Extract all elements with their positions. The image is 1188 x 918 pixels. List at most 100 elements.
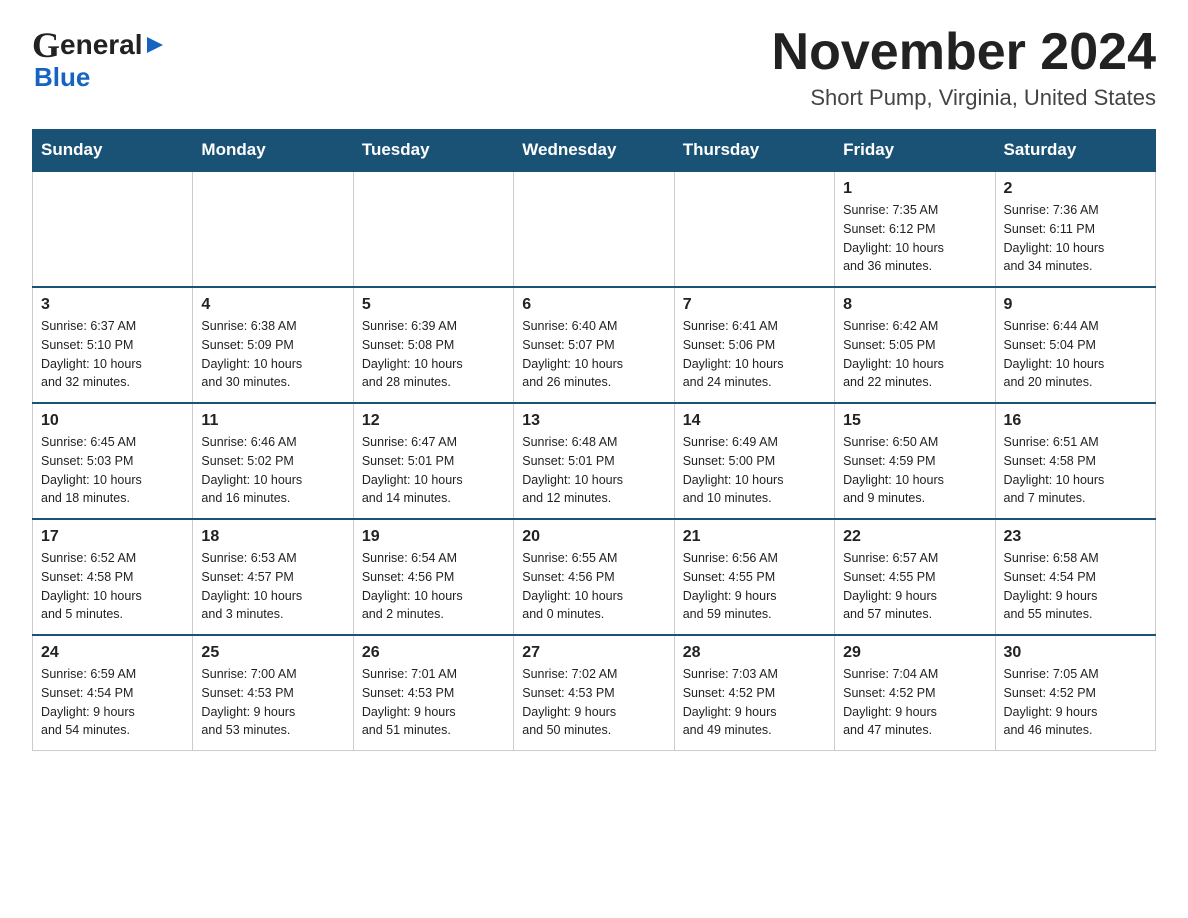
calendar-week-row: 17Sunrise: 6:52 AMSunset: 4:58 PMDayligh… (33, 519, 1156, 635)
day-number: 27 (522, 644, 665, 662)
calendar-day-cell: 4 Sunrise: 6:38 AMSunset: 5:09 PMDaylight… (193, 287, 353, 403)
day-info: Sunrise: 6:56 AMSunset: 4:55 PMDaylight:… (683, 549, 826, 624)
calendar-day-cell: 17Sunrise: 6:52 AMSunset: 4:58 PMDayligh… (33, 519, 193, 635)
day-number: 14 (683, 412, 826, 430)
month-title: November 2024 (772, 24, 1156, 81)
day-info: Sunrise: 6:59 AMSunset: 4:54 PMDaylight:… (41, 665, 184, 740)
logo-arrow-icon (143, 33, 167, 57)
day-number: 24 (41, 644, 184, 662)
day-info: Sunrise: 6:49 AMSunset: 5:00 PMDaylight:… (683, 433, 826, 508)
calendar-day-header: Monday (193, 130, 353, 172)
calendar-day-cell: 16 Sunrise: 6:51 AMSunset: 4:58 PMDayligh… (995, 403, 1155, 519)
calendar-day-header: Friday (835, 130, 995, 172)
day-info: Sunrise: 6:37 AMSunset: 5:10 PMDaylight:… (41, 317, 184, 392)
day-info: Sunrise: 7:03 AMSunset: 4:52 PMDaylight:… (683, 665, 826, 740)
calendar-day-cell: 10 Sunrise: 6:45 AMSunset: 5:03 PMDayligh… (33, 403, 193, 519)
day-info: Sunrise: 6:55 AMSunset: 4:56 PMDaylight:… (522, 549, 665, 624)
day-info: Sunrise: 7:04 AMSunset: 4:52 PMDaylight:… (843, 665, 986, 740)
calendar-day-cell: 9 Sunrise: 6:44 AMSunset: 5:04 PMDaylight… (995, 287, 1155, 403)
calendar-day-cell: 5Sunrise: 6:39 AMSunset: 5:08 PMDaylight… (353, 287, 513, 403)
day-info: Sunrise: 6:52 AMSunset: 4:58 PMDaylight:… (41, 549, 184, 624)
day-number: 30 (1004, 644, 1147, 662)
day-number: 21 (683, 528, 826, 546)
day-number: 26 (362, 644, 505, 662)
calendar-day-cell: 14 Sunrise: 6:49 AMSunset: 5:00 PMDayligh… (674, 403, 834, 519)
day-info: Sunrise: 7:05 AMSunset: 4:52 PMDaylight:… (1004, 665, 1147, 740)
day-number: 28 (683, 644, 826, 662)
day-info: Sunrise: 6:44 AMSunset: 5:04 PMDaylight:… (1004, 317, 1147, 392)
calendar-week-row: 24 Sunrise: 6:59 AMSunset: 4:54 PMDayligh… (33, 635, 1156, 751)
calendar-day-cell: 12Sunrise: 6:47 AMSunset: 5:01 PMDayligh… (353, 403, 513, 519)
calendar-day-cell (674, 171, 834, 287)
calendar-day-cell: 29 Sunrise: 7:04 AMSunset: 4:52 PMDayligh… (835, 635, 995, 751)
day-number: 9 (1004, 296, 1147, 314)
day-number: 22 (843, 528, 986, 546)
day-info: Sunrise: 6:48 AMSunset: 5:01 PMDaylight:… (522, 433, 665, 508)
calendar-day-cell: 27 Sunrise: 7:02 AMSunset: 4:53 PMDayligh… (514, 635, 674, 751)
calendar-day-cell (353, 171, 513, 287)
calendar-day-cell: 8 Sunrise: 6:42 AMSunset: 5:05 PMDaylight… (835, 287, 995, 403)
calendar-day-cell: 19Sunrise: 6:54 AMSunset: 4:56 PMDayligh… (353, 519, 513, 635)
day-info: Sunrise: 6:57 AMSunset: 4:55 PMDaylight:… (843, 549, 986, 624)
calendar-day-cell: 13Sunrise: 6:48 AMSunset: 5:01 PMDayligh… (514, 403, 674, 519)
day-number: 23 (1004, 528, 1147, 546)
calendar-table: SundayMondayTuesdayWednesdayThursdayFrid… (32, 129, 1156, 751)
calendar-week-row: 1Sunrise: 7:35 AMSunset: 6:12 PMDaylight… (33, 171, 1156, 287)
day-info: Sunrise: 6:41 AMSunset: 5:06 PMDaylight:… (683, 317, 826, 392)
day-number: 4 (201, 296, 344, 314)
logo-general-text: eneral (60, 29, 143, 61)
calendar-day-header: Sunday (33, 130, 193, 172)
day-info: Sunrise: 7:02 AMSunset: 4:53 PMDaylight:… (522, 665, 665, 740)
day-number: 2 (1004, 180, 1147, 198)
day-number: 15 (843, 412, 986, 430)
calendar-day-cell: 3 Sunrise: 6:37 AMSunset: 5:10 PMDaylight… (33, 287, 193, 403)
day-number: 8 (843, 296, 986, 314)
calendar-day-cell: 28 Sunrise: 7:03 AMSunset: 4:52 PMDayligh… (674, 635, 834, 751)
day-info: Sunrise: 7:01 AMSunset: 4:53 PMDaylight:… (362, 665, 505, 740)
calendar-day-cell: 22 Sunrise: 6:57 AMSunset: 4:55 PMDayligh… (835, 519, 995, 635)
day-number: 10 (41, 412, 184, 430)
day-info: Sunrise: 6:47 AMSunset: 5:01 PMDaylight:… (362, 433, 505, 508)
calendar-day-header: Saturday (995, 130, 1155, 172)
calendar-day-cell (33, 171, 193, 287)
calendar-day-header: Thursday (674, 130, 834, 172)
logo: G eneral Blue (32, 24, 167, 93)
logo-blue-text: Blue (34, 62, 90, 93)
day-number: 3 (41, 296, 184, 314)
day-info: Sunrise: 6:45 AMSunset: 5:03 PMDaylight:… (41, 433, 184, 508)
calendar-day-cell: 15Sunrise: 6:50 AMSunset: 4:59 PMDayligh… (835, 403, 995, 519)
day-info: Sunrise: 7:00 AMSunset: 4:53 PMDaylight:… (201, 665, 344, 740)
calendar-header-row: SundayMondayTuesdayWednesdayThursdayFrid… (33, 130, 1156, 172)
day-number: 25 (201, 644, 344, 662)
calendar-day-cell: 11Sunrise: 6:46 AMSunset: 5:02 PMDayligh… (193, 403, 353, 519)
logo-g-letter: G (32, 24, 60, 66)
day-info: Sunrise: 7:36 AMSunset: 6:11 PMDaylight:… (1004, 201, 1147, 276)
calendar-day-cell (193, 171, 353, 287)
day-info: Sunrise: 6:42 AMSunset: 5:05 PMDaylight:… (843, 317, 986, 392)
calendar-day-cell: 18 Sunrise: 6:53 AMSunset: 4:57 PMDayligh… (193, 519, 353, 635)
day-number: 29 (843, 644, 986, 662)
calendar-day-cell: 7Sunrise: 6:41 AMSunset: 5:06 PMDaylight… (674, 287, 834, 403)
calendar-day-header: Tuesday (353, 130, 513, 172)
calendar-day-cell: 20Sunrise: 6:55 AMSunset: 4:56 PMDayligh… (514, 519, 674, 635)
calendar-day-cell: 6Sunrise: 6:40 AMSunset: 5:07 PMDaylight… (514, 287, 674, 403)
location-subtitle: Short Pump, Virginia, United States (772, 85, 1156, 111)
calendar-day-header: Wednesday (514, 130, 674, 172)
calendar-day-cell (514, 171, 674, 287)
calendar-day-cell: 26 Sunrise: 7:01 AMSunset: 4:53 PMDayligh… (353, 635, 513, 751)
day-info: Sunrise: 6:51 AMSunset: 4:58 PMDaylight:… (1004, 433, 1147, 508)
calendar-day-cell: 25 Sunrise: 7:00 AMSunset: 4:53 PMDayligh… (193, 635, 353, 751)
calendar-week-row: 10 Sunrise: 6:45 AMSunset: 5:03 PMDayligh… (33, 403, 1156, 519)
day-info: Sunrise: 6:53 AMSunset: 4:57 PMDaylight:… (201, 549, 344, 624)
page-header: G eneral Blue November 2024 Short Pump, … (32, 24, 1156, 111)
day-info: Sunrise: 6:58 AMSunset: 4:54 PMDaylight:… (1004, 549, 1147, 624)
day-info: Sunrise: 6:40 AMSunset: 5:07 PMDaylight:… (522, 317, 665, 392)
day-number: 18 (201, 528, 344, 546)
title-area: November 2024 Short Pump, Virginia, Unit… (772, 24, 1156, 111)
day-info: Sunrise: 6:46 AMSunset: 5:02 PMDaylight:… (201, 433, 344, 508)
day-info: Sunrise: 6:38 AMSunset: 5:09 PMDaylight:… (201, 317, 344, 392)
calendar-day-cell: 2 Sunrise: 7:36 AMSunset: 6:11 PMDaylight… (995, 171, 1155, 287)
day-number: 1 (843, 180, 986, 198)
day-number: 16 (1004, 412, 1147, 430)
calendar-week-row: 3 Sunrise: 6:37 AMSunset: 5:10 PMDaylight… (33, 287, 1156, 403)
